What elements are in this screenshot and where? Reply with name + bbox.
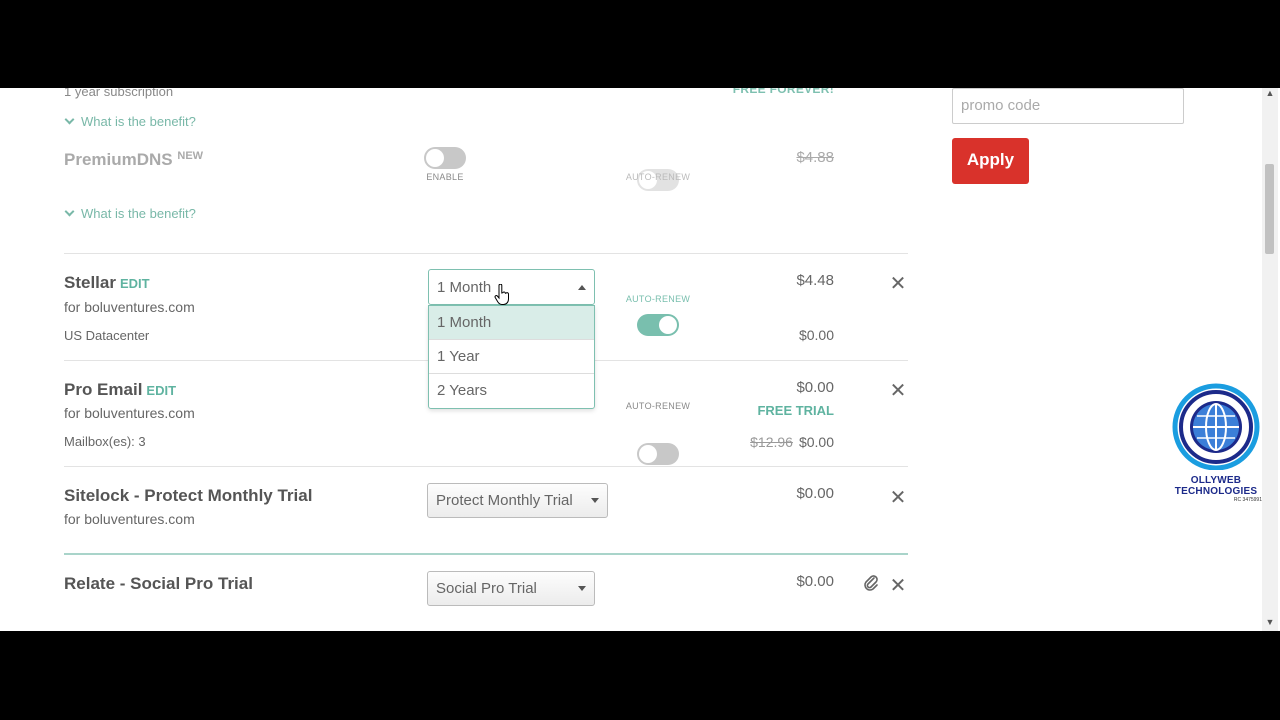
stellar-price: $4.48 [796,272,834,289]
free-trial-label: FREE TRIAL [757,403,834,418]
proemail-title: Pro Email EDIT [64,380,176,400]
relate-plan-value: Social Pro Trial [436,580,537,597]
sitelock-price: $0.00 [796,485,834,502]
sitelock-plan-select[interactable]: Protect Monthly Trial [427,483,608,518]
stellar-title-text: Stellar [64,273,116,292]
sitelock-domain: for boluventures.com [64,511,195,527]
stellar-autorenew-label: AUTO-RENEW [625,294,691,304]
logo-line-1: OLLYWEB [1190,475,1242,486]
chevron-down-icon [64,114,75,125]
scroll-down-icon[interactable]: ▼ [1262,617,1278,627]
enable-label: ENABLE [426,172,464,182]
stellar-title: Stellar EDIT [64,273,150,293]
stellar-price-secondary: $0.00 [798,327,834,343]
chevron-down-icon [64,206,75,217]
proemail-old-price: $12.96 [750,434,793,450]
sitelock-plan-value: Protect Monthly Trial [436,492,573,509]
stellar-datacenter: US Datacenter [64,328,150,343]
benefit-label: What is the benefit? [81,114,196,129]
stellar-term-dropdown: 1 Month 1 Year 2 Years [428,305,595,409]
term-option[interactable]: 2 Years [429,374,594,408]
subscription-text: 1 year subscription [64,88,174,99]
caret-down-icon [591,498,599,503]
premiumdns-price: $4.88 [796,149,834,166]
promo-code-input[interactable]: promo code [952,88,1184,124]
hand-cursor-icon [494,283,510,306]
ollyweb-logo: OLLYWEB TECHNOLOGIES RC 3475991 [1170,382,1262,503]
benefit-label: What is the benefit? [81,206,196,221]
apply-button[interactable]: Apply [952,138,1029,184]
sitelock-title: Sitelock - Protect Monthly Trial [64,486,313,505]
logo-sub: RC 3475991 [1233,497,1262,503]
caret-down-icon [578,586,586,591]
sitelock-remove-icon[interactable]: ✕ [888,485,908,510]
logo-line-2: TECHNOLOGIES [1174,486,1258,497]
proemail-price: $0.00 [796,379,834,396]
premiumdns-autorenew-label: AUTO-RENEW [625,172,691,182]
proemail-autorenew-label: AUTO-RENEW [625,401,691,411]
scrollbar[interactable]: ▲ ▼ [1262,88,1278,631]
stellar-edit-link[interactable]: EDIT [120,276,150,291]
term-option[interactable]: 1 Month [429,306,594,340]
benefit-toggle-2[interactable]: What is the benefit? [64,206,196,221]
relate-title: Relate - Social Pro Trial [64,574,253,593]
relate-price: $0.00 [796,573,834,590]
paperclip-icon[interactable] [862,574,880,592]
proemail-title-text: Pro Email [64,380,143,399]
stellar-term-select[interactable]: 1 Month [428,269,595,305]
row-divider [64,466,908,467]
proemail-price-breakdown: $12.96 $0.00 [714,434,834,450]
section-divider [64,553,908,555]
caret-up-icon [578,284,586,290]
stellar-term-value: 1 Month [437,278,492,296]
row-divider [64,253,908,254]
benefit-toggle-1[interactable]: What is the benefit? [64,114,196,129]
proemail-autorenew-toggle[interactable] [637,443,679,465]
stellar-autorenew-toggle[interactable] [637,314,679,336]
stellar-domain: for boluventures.com [64,299,195,315]
relate-plan-select[interactable]: Social Pro Trial [427,571,595,606]
new-badge: NEW [177,150,204,162]
proemail-remove-icon[interactable]: ✕ [888,378,908,403]
relate-remove-icon[interactable]: ✕ [888,573,908,598]
proemail-mailboxes: Mailbox(es): 3 [64,434,146,449]
proemail-edit-link[interactable]: EDIT [146,383,176,398]
premiumdns-title-text: PremiumDNS [64,150,173,169]
cart-viewport: 1 year subscription FREE FOREVER! What i… [0,88,1280,631]
term-option[interactable]: 1 Year [429,340,594,374]
premiumdns-title: PremiumDNS NEW [64,150,203,170]
scroll-up-icon[interactable]: ▲ [1262,88,1278,98]
proemail-new-price: $0.00 [798,434,834,450]
globe-logo-icon [1172,383,1260,471]
proemail-domain: for boluventures.com [64,405,195,421]
scrollbar-thumb[interactable] [1265,164,1274,254]
stellar-remove-icon[interactable]: ✕ [888,271,908,296]
free-forever-label: FREE FOREVER! [732,88,834,96]
premiumdns-enable-toggle[interactable] [424,147,466,169]
